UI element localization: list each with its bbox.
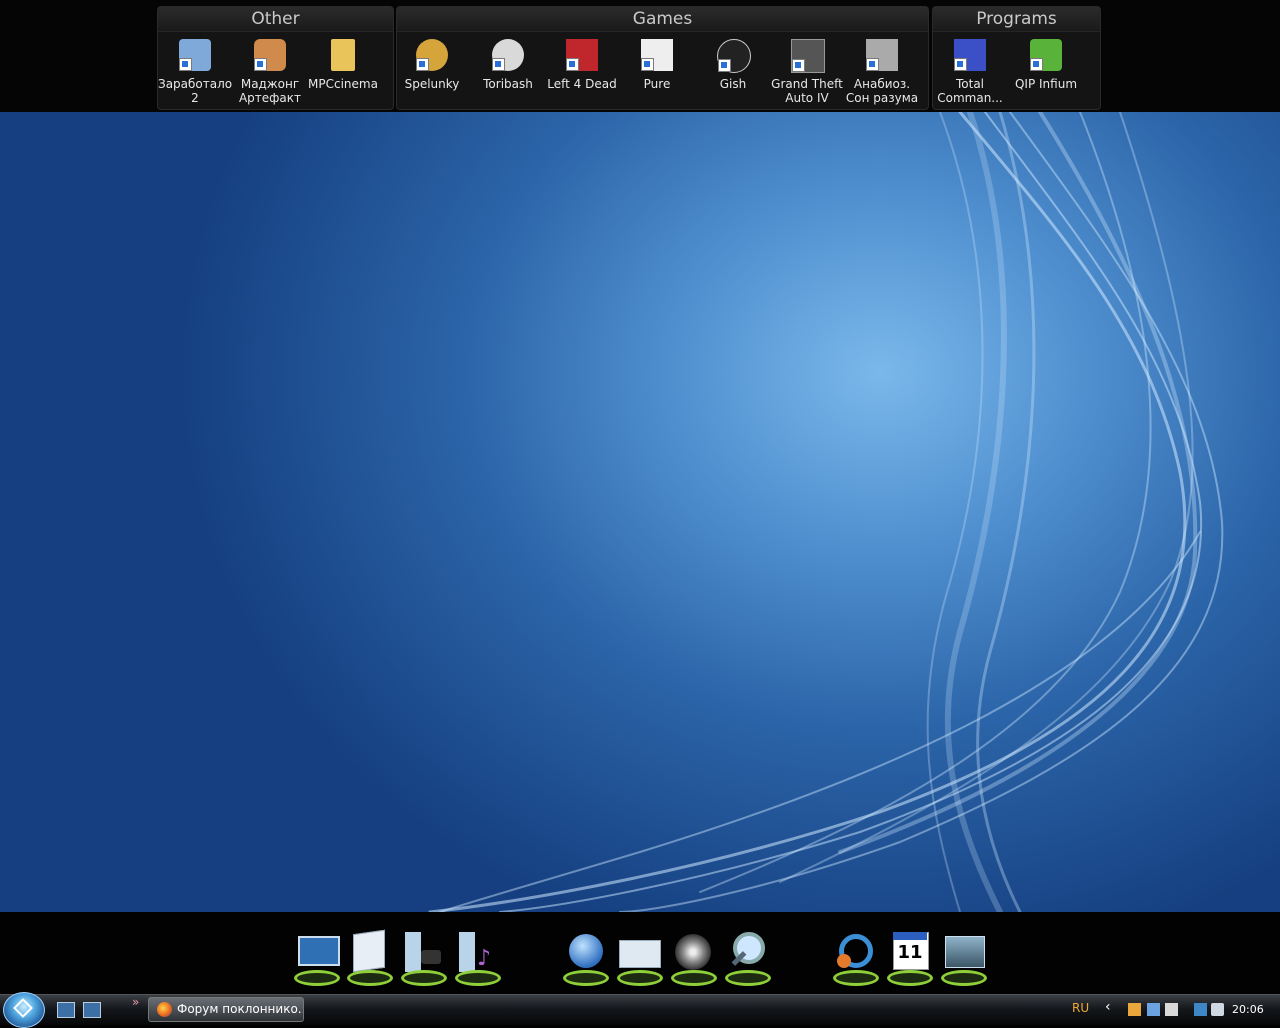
fence-games: Games Spelunky Toribash Left 4 Dead Pure…	[396, 6, 929, 110]
music-icon[interactable]: ♪	[453, 930, 503, 988]
desktop-shortcut[interactable]: Анабиоз. Сон разума	[845, 39, 919, 109]
search-icon[interactable]	[723, 930, 773, 988]
desktop-shortcut[interactable]: QIP Infium	[1009, 39, 1083, 109]
mahjong-tile-icon	[254, 39, 286, 71]
wallpaper-light-streaks	[428, 112, 1224, 912]
shortcut-label: Маджонг Артефакт	[238, 77, 302, 105]
start-button[interactable]	[3, 992, 45, 1028]
desktop-shortcut[interactable]: Toribash	[471, 39, 545, 109]
cartoon-face-icon	[179, 39, 211, 71]
tray-chat-icon[interactable]	[1165, 1003, 1178, 1016]
fences-bar: Other Заработало 2 Маджонг Артефакт MPCc…	[0, 0, 1280, 112]
taskbar-button-label: Форум поклоннико...	[177, 1002, 304, 1016]
quick-launch-show-desktop-icon[interactable]	[83, 1002, 101, 1018]
taskbar-button-firefox[interactable]: Форум поклоннико...	[148, 997, 304, 1022]
shortcut-label: Gish	[719, 77, 747, 91]
spelunky-icon	[416, 39, 448, 71]
desktop-icon[interactable]	[292, 930, 342, 988]
firefox-icon	[157, 1002, 172, 1017]
language-indicator[interactable]: RU	[1072, 1001, 1089, 1015]
qip-icon	[1030, 39, 1062, 71]
desktop-shortcut[interactable]: Маджонг Артефакт	[233, 39, 307, 109]
toribash-icon	[492, 39, 524, 71]
tray-window-icon[interactable]	[1147, 1003, 1160, 1016]
fence-title[interactable]: Games	[397, 7, 928, 32]
gish-icon	[717, 39, 751, 73]
volume-icon[interactable]	[1211, 1003, 1224, 1016]
media-player-icon[interactable]	[669, 930, 719, 988]
network-icon[interactable]	[1194, 1003, 1207, 1016]
clock[interactable]: 20:06	[1232, 1003, 1264, 1016]
fence-programs: Programs Total Comman... QIP Infium	[932, 6, 1101, 110]
shortcut-label: QIP Infium	[1014, 77, 1078, 91]
floppy-icon	[954, 39, 986, 71]
shortcut-label: Left 4 Dead	[547, 77, 617, 91]
taskbar: » Форум поклоннико... RU ‹ 20:06	[0, 992, 1280, 1028]
desktop-shortcut[interactable]: Pure	[620, 39, 694, 109]
shortcut-label: Spelunky	[404, 77, 460, 91]
folder-icon	[331, 39, 355, 71]
tray-expand-icon[interactable]: ‹	[1105, 999, 1111, 1015]
left4dead-icon	[566, 39, 598, 71]
fence-title[interactable]: Programs	[933, 7, 1100, 32]
desktop-shortcut[interactable]: MPCcinema	[306, 39, 380, 109]
mail-icon[interactable]	[615, 930, 665, 988]
shortcut-label: Toribash	[483, 77, 533, 91]
documents-icon[interactable]	[345, 929, 395, 988]
quick-launch-switch-windows-icon[interactable]	[57, 1002, 75, 1018]
desktop-shortcut[interactable]: Grand Theft Auto IV	[770, 39, 844, 109]
shortcut-label: Анабиоз. Сон разума	[845, 77, 919, 105]
gta-icon	[791, 39, 825, 73]
anabioz-icon	[866, 39, 898, 71]
desktop-shortcut[interactable]: Заработало 2	[158, 39, 232, 109]
shortcut-label: Total Comman...	[937, 77, 1003, 105]
shortcut-label: Pure	[643, 77, 671, 91]
pictures-icon[interactable]	[399, 930, 449, 988]
calendar-day: 11	[897, 942, 923, 963]
shortcut-label: MPCcinema	[308, 77, 378, 91]
fence-other: Other Заработало 2 Маджонг Артефакт MPCc…	[157, 6, 394, 110]
dock: ♪ 11	[0, 912, 1280, 994]
internet-icon[interactable]	[561, 930, 611, 988]
computer-icon[interactable]	[939, 930, 989, 988]
pure-icon	[641, 39, 673, 71]
desktop-wallpaper[interactable]	[0, 112, 1280, 912]
quick-launch-overflow-icon[interactable]: »	[132, 995, 139, 1009]
desktop-shortcut[interactable]: Spelunky	[395, 39, 469, 109]
settings-icon[interactable]	[831, 930, 881, 988]
shortcut-label: Grand Theft Auto IV	[771, 77, 843, 105]
tray-app-icon[interactable]	[1128, 1003, 1141, 1016]
shortcut-label: Заработало 2	[158, 77, 233, 105]
desktop-shortcut[interactable]: Left 4 Dead	[545, 39, 619, 109]
desktop-shortcut[interactable]: Gish	[696, 39, 770, 109]
desktop-shortcut[interactable]: Total Comman...	[933, 39, 1007, 109]
calendar-icon[interactable]: 11	[885, 930, 935, 988]
fence-title[interactable]: Other	[158, 7, 393, 32]
